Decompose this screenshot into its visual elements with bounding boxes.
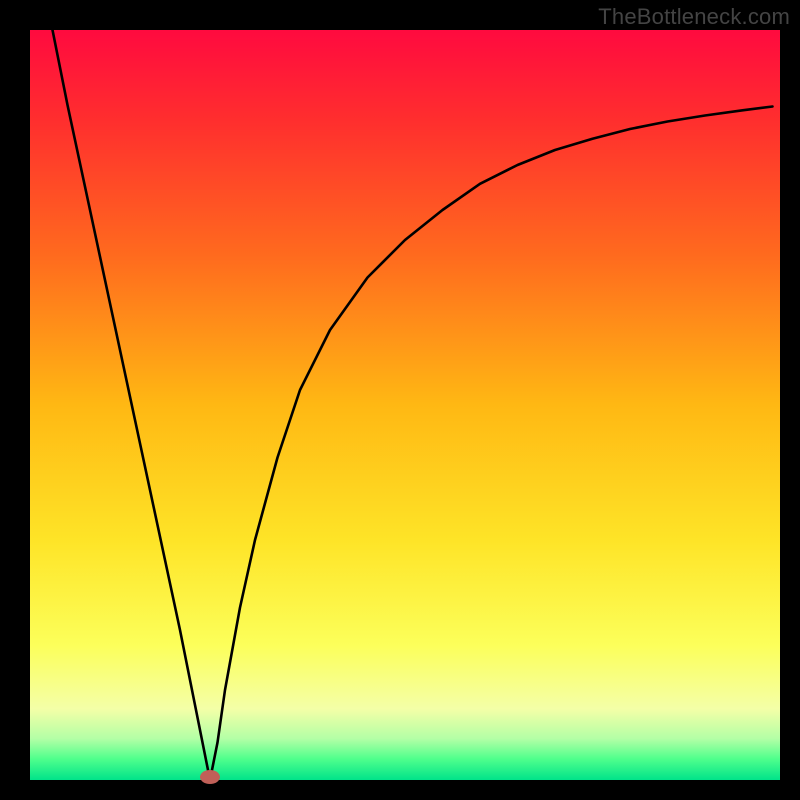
bottleneck-chart bbox=[0, 0, 800, 800]
watermark-text: TheBottleneck.com bbox=[598, 4, 790, 30]
chart-frame: TheBottleneck.com bbox=[0, 0, 800, 800]
optimum-marker bbox=[200, 770, 220, 784]
plot-background bbox=[30, 30, 780, 780]
